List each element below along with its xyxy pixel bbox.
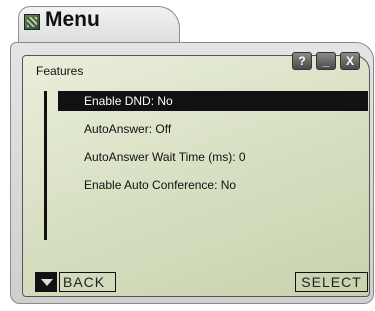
help-button[interactable]: ? xyxy=(292,52,312,70)
menu-app-icon xyxy=(24,14,40,30)
menu-item-auto-conference[interactable]: Enable Auto Conference: No xyxy=(58,175,368,195)
window-title: Menu xyxy=(45,8,100,31)
scroll-down-icon[interactable] xyxy=(35,272,57,292)
scroll-indicator xyxy=(44,91,47,240)
select-softkey[interactable]: SELECT xyxy=(295,272,368,292)
minimize-button[interactable]: _ xyxy=(316,52,336,70)
menu-item-autoanswer[interactable]: AutoAnswer: Off xyxy=(58,119,368,139)
section-title: Features xyxy=(36,64,84,78)
close-button[interactable]: X xyxy=(340,52,360,70)
menu-item-autoanswer-wait-time[interactable]: AutoAnswer Wait Time (ms): 0 xyxy=(58,147,368,167)
back-softkey[interactable]: BACK xyxy=(59,272,116,292)
menu-item-enable-dnd[interactable]: Enable DND: No xyxy=(58,91,368,111)
